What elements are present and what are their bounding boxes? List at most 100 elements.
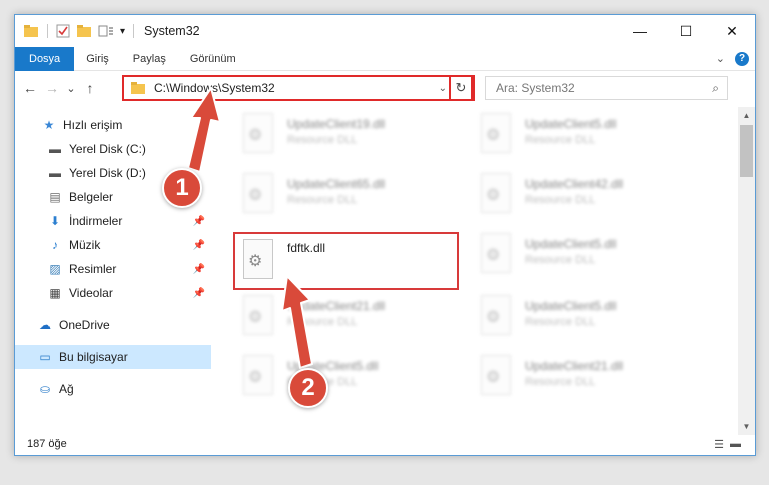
pin-icon[interactable]: 📌 xyxy=(193,240,205,251)
scroll-thumb[interactable] xyxy=(740,125,753,177)
dll-file-icon: ⚙ xyxy=(239,171,279,217)
file-name: UpdateClient42.dll xyxy=(525,177,624,191)
file-item[interactable]: ⚙ UpdateClient5.dllResource DLL xyxy=(477,111,707,165)
divider xyxy=(133,24,135,38)
pin-icon[interactable]: 📌 xyxy=(193,264,205,275)
recent-locations-button[interactable]: ⌄ xyxy=(63,82,79,95)
new-folder-icon[interactable] xyxy=(76,24,92,38)
sidebar-item-label: Müzik xyxy=(69,238,101,252)
file-name: UpdateClient5.dll xyxy=(525,299,617,313)
address-path[interactable]: C:\Windows\System32 xyxy=(154,81,275,95)
sidebar-item-quick-access[interactable]: ★ Hızlı erişim xyxy=(41,113,211,137)
refresh-button[interactable]: ↻ xyxy=(449,75,473,101)
sidebar-item-label: Videolar xyxy=(69,286,113,300)
file-item[interactable]: ⚙ UpdateClient42.dll Resource DLL xyxy=(477,171,707,225)
pin-icon[interactable]: 📌 xyxy=(193,288,205,299)
close-button[interactable]: ✕ xyxy=(709,15,755,47)
divider xyxy=(47,24,48,38)
file-description: Resource DLL xyxy=(525,316,596,328)
sidebar-item-network[interactable]: ⛀ Ağ xyxy=(37,377,211,401)
file-name: UpdateClient21.dll xyxy=(287,299,386,313)
window-title: System32 xyxy=(144,24,200,38)
explorer-window: ▾ System32 — ☐ ✕ Dosya Giriş Paylaş Görü… xyxy=(14,14,756,456)
sidebar-item-label: Ağ xyxy=(59,382,74,396)
dll-file-icon: ⚙ xyxy=(477,353,517,399)
file-description: Resource DLL xyxy=(525,194,596,206)
file-item[interactable]: ⚙ UpdateClient21.dll Resource DLL xyxy=(477,353,707,407)
file-name: UpdateClient19.dll xyxy=(287,117,386,131)
tab-dosya[interactable]: Dosya xyxy=(15,46,75,71)
music-icon: ♪ xyxy=(52,238,58,252)
address-dropdown-icon[interactable]: ⌄ xyxy=(439,83,447,94)
file-name: UpdateClient5.dll xyxy=(525,117,617,131)
sidebar-item-label: Resimler xyxy=(69,262,117,276)
dll-file-icon: ⚙ xyxy=(239,353,279,399)
back-button[interactable]: ← xyxy=(19,80,41,96)
file-item[interactable]: ⚙ UpdateClient5.dllResource DLL xyxy=(477,231,707,285)
sidebar-item-label: İndirmeler xyxy=(69,214,123,228)
file-highlight-box xyxy=(233,232,459,290)
sidebar-item-pictures[interactable]: ▨ Resimler 📌 xyxy=(47,257,211,281)
sidebar-item-label: Yerel Disk (C:) xyxy=(69,142,146,156)
quick-access-toolbar: ▾ xyxy=(15,24,136,38)
sidebar-item-videos[interactable]: ▦ Videolar 📌 xyxy=(47,281,211,305)
customize-qat-icon[interactable]: ▾ xyxy=(120,26,125,37)
properties-icon[interactable] xyxy=(56,24,70,38)
drive-icon: ▬ xyxy=(49,166,61,180)
sidebar-item-label: OneDrive xyxy=(59,318,110,332)
dll-file-icon: ⚙ xyxy=(239,111,279,157)
file-description: Resource DLL xyxy=(287,316,358,328)
view-buttons: ☰ ▬ xyxy=(714,438,741,451)
file-description: Resource DLL xyxy=(287,134,358,146)
file-name: UpdateClient65.dll xyxy=(287,177,386,191)
sidebar-item-label: Yerel Disk (D:) xyxy=(69,166,146,180)
cloud-icon: ☁ xyxy=(39,318,51,332)
ribbon-tabs: Dosya Giriş Paylaş Görünüm ⌄ ? xyxy=(15,46,755,71)
file-item[interactable]: ⚙ UpdateClient65.dll Resource DLL xyxy=(239,171,469,225)
file-item[interactable]: ⚙ UpdateClient5.dllResource DLL xyxy=(477,293,707,347)
dll-file-icon: ⚙ xyxy=(477,171,517,217)
details-view-icon[interactable]: ☰ xyxy=(714,438,724,451)
vertical-scrollbar[interactable]: ▲ ▼ xyxy=(738,107,755,435)
videos-icon: ▦ xyxy=(49,286,61,300)
computer-icon: ▭ xyxy=(39,350,51,364)
sidebar-item-label: Bu bilgisayar xyxy=(59,350,128,364)
sidebar-item-this-pc[interactable]: ▭ Bu bilgisayar xyxy=(15,345,211,369)
minimize-button[interactable]: — xyxy=(617,15,663,47)
file-name: UpdateClient5.dll xyxy=(525,237,617,251)
sidebar-item-downloads[interactable]: ⬇ İndirmeler 📌 xyxy=(47,209,211,233)
forward-button[interactable]: → xyxy=(41,80,63,96)
ribbon-right: ⌄ ? xyxy=(716,51,749,66)
tab-gorunum[interactable]: Görünüm xyxy=(178,47,248,71)
address-bar[interactable]: C:\Windows\System32 ⌄ ↻ xyxy=(122,75,475,101)
file-description: Resource DLL xyxy=(525,134,596,146)
search-input[interactable]: Ara: System32 ⌕ xyxy=(485,76,728,100)
large-icons-view-icon[interactable]: ▬ xyxy=(730,438,741,451)
download-icon: ⬇ xyxy=(49,214,61,228)
file-item[interactable]: ⚙ UpdateClient21.dll Resource DLL xyxy=(239,293,469,347)
status-bar: 187 öğe ☰ ▬ xyxy=(15,433,755,455)
network-icon: ⛀ xyxy=(39,382,51,396)
sidebar-item-label: Belgeler xyxy=(69,190,114,204)
file-description: Resource DLL xyxy=(287,194,358,206)
scroll-up-icon[interactable]: ▲ xyxy=(738,107,755,124)
dll-file-icon: ⚙ xyxy=(239,293,279,339)
chevron-down-icon[interactable]: ⌄ xyxy=(716,52,725,65)
pin-icon[interactable]: 📌 xyxy=(193,216,205,227)
sidebar-item-disk-c[interactable]: ▬ Yerel Disk (C:) xyxy=(47,137,211,161)
search-icon: ⌕ xyxy=(712,80,719,95)
tab-paylas[interactable]: Paylaş xyxy=(121,47,178,71)
item-count: 187 öğe xyxy=(27,438,67,450)
sidebar-item-onedrive[interactable]: ☁ OneDrive xyxy=(37,313,211,337)
address-row: ← → ⌄ ↑ C:\Windows\System32 ⌄ ↻ Ara: Sys… xyxy=(15,73,755,103)
up-button[interactable]: ↑ xyxy=(79,80,101,96)
tab-giris[interactable]: Giriş xyxy=(74,47,121,71)
file-item[interactable]: ⚙ UpdateClient5.dllResource DLL xyxy=(239,353,469,407)
documents-icon: ▤ xyxy=(49,190,61,204)
help-icon[interactable]: ? xyxy=(735,51,749,66)
step-marker-2: 2 xyxy=(288,368,328,408)
sidebar-item-music[interactable]: ♪ Müzik 📌 xyxy=(47,233,211,257)
rename-icon[interactable] xyxy=(98,24,114,38)
file-item[interactable]: ⚙ UpdateClient19.dll Resource DLL xyxy=(239,111,469,165)
maximize-button[interactable]: ☐ xyxy=(663,15,709,47)
